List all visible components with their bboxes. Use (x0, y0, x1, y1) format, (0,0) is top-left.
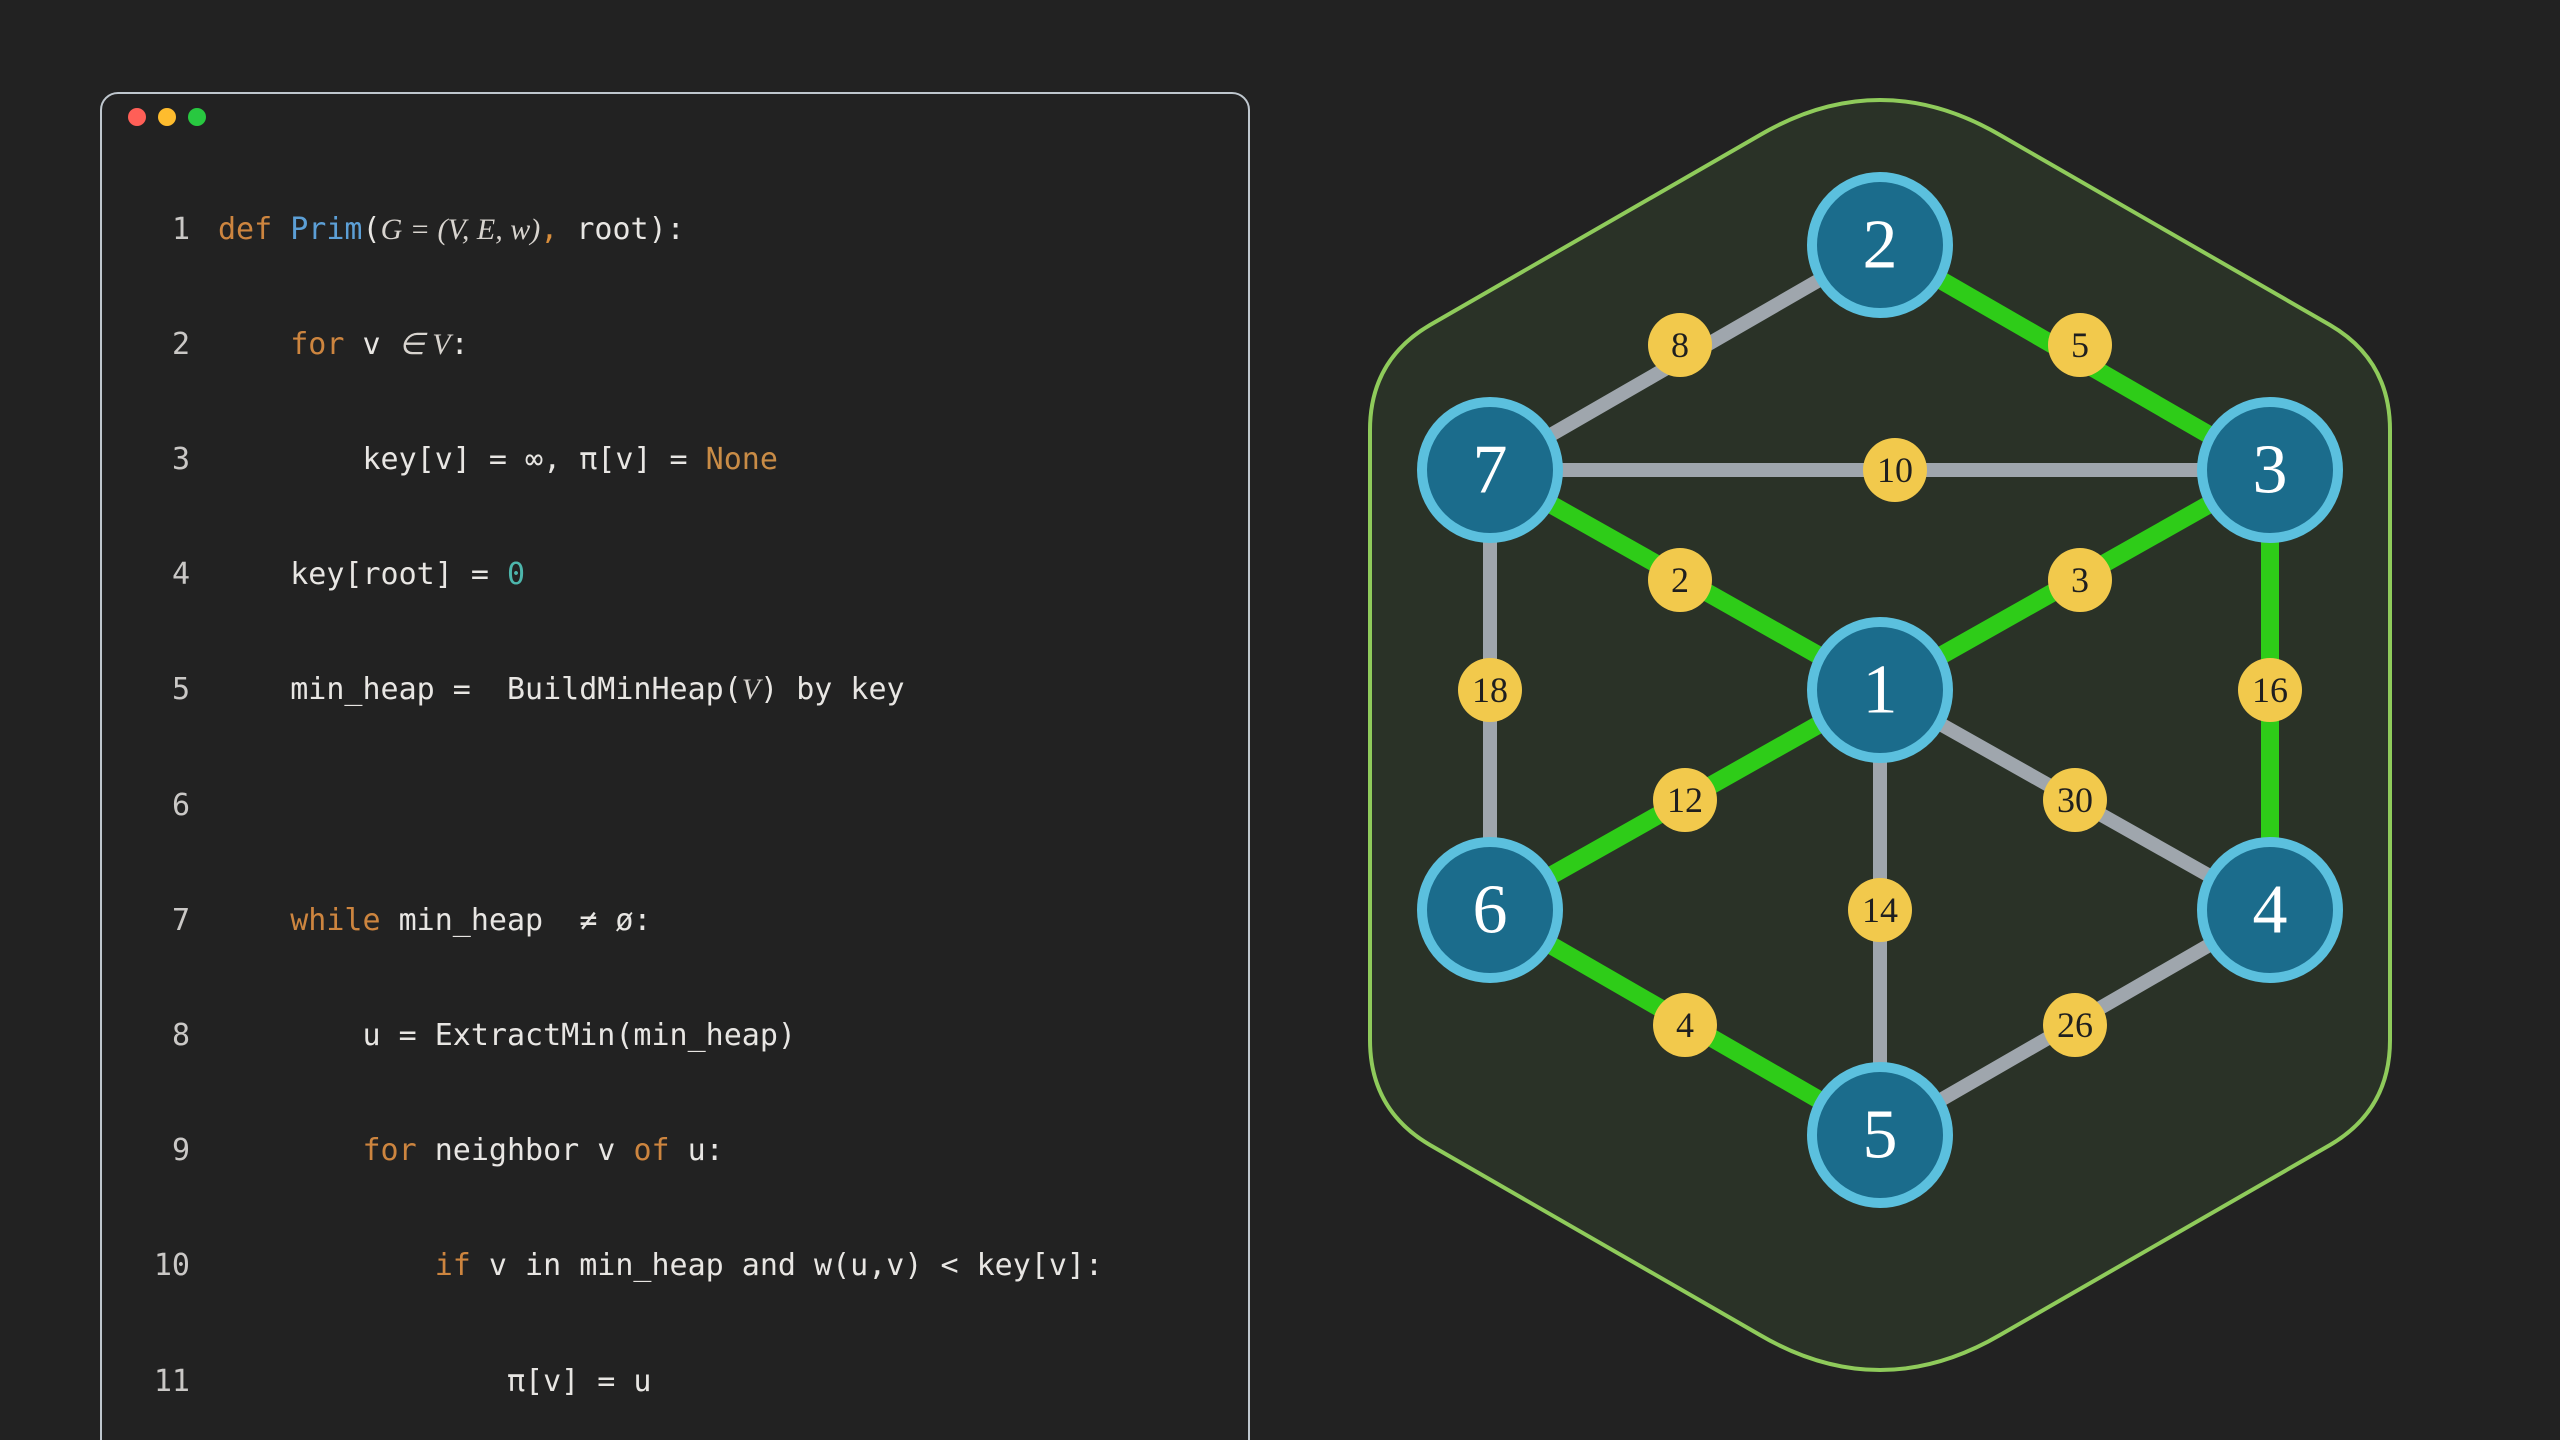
code-line: for v ∈ V: (218, 326, 469, 364)
line-number: 6 (130, 787, 190, 825)
weight-7-2: 8 (1648, 313, 1712, 377)
weight-1-6: 12 (1653, 768, 1717, 832)
weight-1-5: 14 (1848, 878, 1912, 942)
line-number: 2 (130, 326, 190, 364)
node-label: 7 (1473, 432, 1508, 509)
zoom-icon (188, 108, 206, 126)
line-number: 7 (130, 902, 190, 940)
node-6: 6 (1422, 842, 1558, 978)
svg-text:16: 16 (2252, 670, 2288, 710)
svg-text:2: 2 (1671, 560, 1689, 600)
svg-text:12: 12 (1667, 780, 1703, 820)
svg-text:18: 18 (1472, 670, 1508, 710)
svg-text:5: 5 (2071, 325, 2089, 365)
line-number: 3 (130, 441, 190, 479)
line-number: 1 (130, 211, 190, 249)
graph-diagram: 2 7 3 1 6 4 5 8 5 10 2 3 (1340, 80, 2420, 1400)
window-traffic-lights (128, 108, 1220, 126)
node-label: 4 (2253, 872, 2288, 949)
line-number: 4 (130, 556, 190, 594)
code-line: key[root] = 0 (218, 556, 525, 594)
svg-text:4: 4 (1676, 1005, 1694, 1045)
node-label: 5 (1863, 1097, 1898, 1174)
close-icon (128, 108, 146, 126)
node-5: 5 (1812, 1067, 1948, 1203)
node-4: 4 (2202, 842, 2338, 978)
node-label: 3 (2253, 432, 2288, 509)
code-line: if v in min_heap and w(u,v) < key[v]: (218, 1247, 1103, 1285)
code-line: u = ExtractMin(min_heap) (218, 1017, 796, 1055)
line-number: 9 (130, 1132, 190, 1170)
svg-text:14: 14 (1862, 890, 1898, 930)
code-line (218, 787, 236, 825)
weight-6-5: 4 (1653, 993, 1717, 1057)
node-label: 1 (1863, 652, 1898, 729)
line-number: 10 (130, 1247, 190, 1285)
line-number: 5 (130, 671, 190, 709)
weight-1-4: 30 (2043, 768, 2107, 832)
weight-3-4: 16 (2238, 658, 2302, 722)
node-label: 2 (1863, 207, 1898, 284)
svg-text:10: 10 (1877, 450, 1913, 490)
node-1: 1 (1812, 622, 1948, 758)
minimize-icon (158, 108, 176, 126)
line-number: 11 (130, 1363, 190, 1401)
code-line: π[v] = u (218, 1363, 651, 1401)
svg-text:30: 30 (2057, 780, 2093, 820)
weight-1-3: 3 (2048, 548, 2112, 612)
svg-text:8: 8 (1671, 325, 1689, 365)
node-3: 3 (2202, 402, 2338, 538)
code-line: for neighbor v of u: (218, 1132, 724, 1170)
code-window: 1 def Prim(G = (V, E, w), root): 2 for v … (100, 92, 1250, 1440)
node-7: 7 (1422, 402, 1558, 538)
code-line: def Prim(G = (V, E, w), root): (218, 211, 685, 249)
weight-7-1: 2 (1648, 548, 1712, 612)
code-line: key[v] = ∞, π[v] = None (218, 441, 778, 479)
weight-5-4: 26 (2043, 993, 2107, 1057)
svg-text:3: 3 (2071, 560, 2089, 600)
weight-2-3: 5 (2048, 313, 2112, 377)
code-line: min_heap = BuildMinHeap(V) by key (218, 671, 905, 709)
node-2: 2 (1812, 177, 1948, 313)
weight-7-6: 18 (1458, 658, 1522, 722)
code-listing: 1 def Prim(G = (V, E, w), root): 2 for v … (130, 134, 1220, 1440)
line-number: 8 (130, 1017, 190, 1055)
weight-7-3: 10 (1863, 438, 1927, 502)
node-label: 6 (1473, 872, 1508, 949)
code-line: while min_heap ≠ ø: (218, 902, 652, 940)
svg-text:26: 26 (2057, 1005, 2093, 1045)
